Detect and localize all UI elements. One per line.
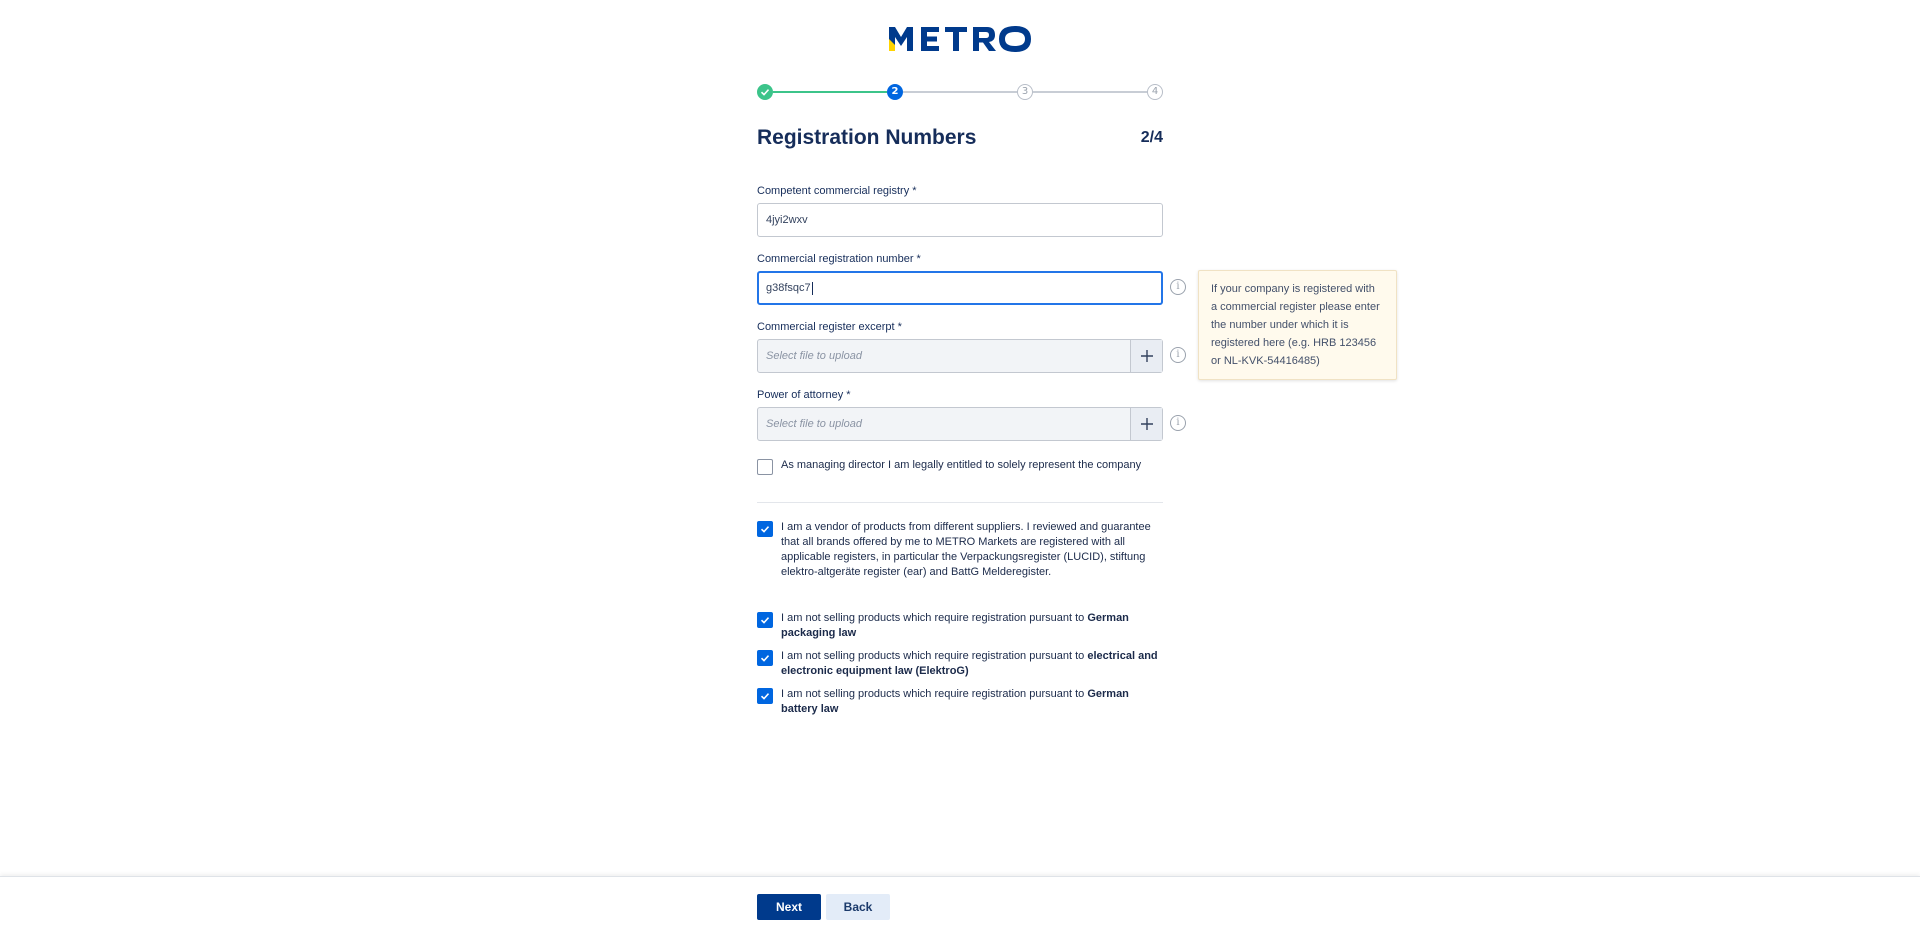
check-icon	[760, 89, 770, 96]
battery-law-checkbox-row: I am not selling products which require …	[757, 687, 1167, 717]
attorney-upload-button[interactable]	[1130, 408, 1162, 440]
managing-director-text: As managing director I am legally entitl…	[781, 459, 1142, 471]
electrical-law-checkbox[interactable]	[757, 650, 773, 666]
page-title: Registration Numbers	[757, 126, 977, 149]
step-3: 3	[1017, 84, 1033, 100]
check-icon	[760, 693, 770, 700]
excerpt-placeholder: Select file to upload	[766, 350, 863, 362]
step-connector	[903, 91, 1017, 93]
step-4: 4	[1147, 84, 1163, 100]
battery-law-text: I am not selling products which require …	[781, 687, 1167, 717]
vendor-checkbox[interactable]	[757, 521, 773, 537]
attorney-file-input[interactable]: Select file to upload	[757, 407, 1163, 441]
step-2-active: 2	[887, 84, 903, 100]
battery-law-prefix: I am not selling products which require …	[781, 688, 1088, 700]
plus-icon	[1140, 418, 1153, 430]
vendor-text: I am a vendor of products from different…	[781, 521, 1151, 578]
check-icon	[760, 526, 770, 533]
packaging-law-text: I am not selling products which require …	[781, 611, 1167, 641]
check-icon	[760, 655, 770, 662]
packaging-law-checkbox[interactable]	[757, 612, 773, 628]
attorney-placeholder: Select file to upload	[766, 418, 863, 430]
metro-logo-mark	[889, 26, 1031, 52]
battery-law-checkbox[interactable]	[757, 688, 773, 704]
electrical-law-text: I am not selling products which require …	[781, 649, 1167, 679]
excerpt-label: Commercial register excerpt *	[757, 321, 902, 333]
step-1-completed	[757, 84, 773, 100]
electrical-law-checkbox-row: I am not selling products which require …	[757, 649, 1167, 679]
next-button[interactable]: Next	[757, 894, 821, 920]
registry-label: Competent commercial registry *	[757, 185, 917, 197]
back-button[interactable]: Back	[826, 894, 890, 920]
vendor-checkbox-row: I am a vendor of products from different…	[757, 520, 1167, 580]
packaging-law-checkbox-row: I am not selling products which require …	[757, 611, 1167, 641]
step-connector	[1033, 91, 1147, 93]
electrical-law-prefix: I am not selling products which require …	[781, 650, 1088, 662]
registration-number-input[interactable]: g38fsqc7	[757, 271, 1163, 305]
excerpt-file-input[interactable]: Select file to upload	[757, 339, 1163, 373]
info-icon[interactable]: i	[1170, 279, 1186, 295]
info-icon[interactable]: i	[1170, 415, 1186, 431]
progress-stepper: 2 3 4	[757, 84, 1163, 100]
excerpt-upload-button[interactable]	[1130, 340, 1162, 372]
registration-number-tooltip: If your company is registered with a com…	[1198, 270, 1397, 380]
registration-number-label: Commercial registration number *	[757, 253, 921, 265]
info-icon[interactable]: i	[1170, 347, 1186, 363]
attorney-label: Power of attorney *	[757, 389, 851, 401]
metro-logo	[0, 25, 1920, 58]
managing-director-checkbox-row: As managing director I am legally entitl…	[757, 458, 1167, 475]
footer-bar	[0, 876, 1920, 936]
packaging-law-prefix: I am not selling products which require …	[781, 612, 1088, 624]
plus-icon	[1140, 350, 1153, 362]
registration-number-value: g38fsqc7	[766, 282, 811, 294]
text-cursor	[811, 281, 813, 295]
registry-input[interactable]: 4jyi2wxv	[757, 203, 1163, 237]
check-icon	[760, 617, 770, 624]
step-connector	[773, 91, 887, 93]
divider	[757, 502, 1163, 503]
managing-director-checkbox[interactable]	[757, 459, 773, 475]
step-count: 2/4	[1140, 129, 1163, 146]
